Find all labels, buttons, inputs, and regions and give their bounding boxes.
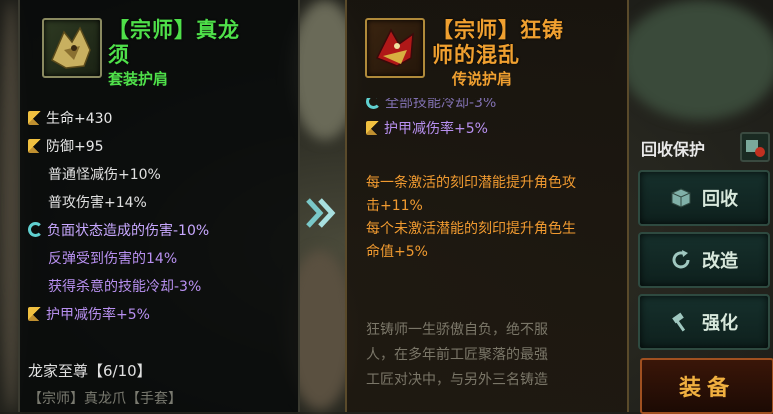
hammer-icon bbox=[28, 111, 42, 125]
set-name: 龙家至尊【6/10】 bbox=[28, 362, 152, 380]
stat-debuff-damage: 负面状态造成的伤害-10% bbox=[28, 220, 209, 240]
cube-icon bbox=[671, 188, 691, 208]
enhance-button[interactable]: 强化 bbox=[638, 294, 770, 350]
recycle-button[interactable]: 回收 bbox=[638, 170, 770, 226]
stat-defense: 防御+95 bbox=[28, 136, 104, 156]
shoulder-armor-icon[interactable] bbox=[365, 18, 425, 78]
item-title-line1: 【宗师】狂铸 bbox=[432, 17, 564, 42]
item-type: 传说护肩 bbox=[452, 70, 513, 88]
reforge-label: 改造 bbox=[702, 251, 738, 272]
shoulder-armor-icon[interactable] bbox=[42, 18, 102, 78]
hammer-icon bbox=[28, 307, 42, 321]
stat-reflect: 反弹受到伤害的14% bbox=[48, 251, 178, 267]
set-piece: 【宗师】真龙爪【手套】 bbox=[28, 391, 182, 407]
enhance-label: 强化 bbox=[702, 313, 738, 334]
lore-text: 狂铸师一生骄傲自负，绝不服 人，在多年前工匠聚落的最强 工匠对决中，与另外三名铸… bbox=[366, 322, 548, 388]
recycle-protect-icon bbox=[746, 140, 765, 157]
compare-arrow-icon bbox=[306, 198, 336, 228]
stat-basic-attack-damage: 普攻伤害+14% bbox=[48, 195, 147, 211]
item-type: 套装护肩 bbox=[108, 70, 169, 88]
stat-cooldown: 获得杀意的技能冷却-3% bbox=[48, 279, 202, 295]
item-title-line2: 须 bbox=[108, 42, 130, 67]
reforge-button[interactable]: 改造 bbox=[638, 232, 770, 288]
special-effect-text: 每一条激活的刻印潜能提升角色攻 击+11% 每个未激活潜能的刻印提升角色生 命值… bbox=[366, 175, 576, 260]
item-title-line2: 师的混乱 bbox=[432, 42, 520, 67]
stat-armor-reduction: 护甲减伤率+5% bbox=[366, 118, 488, 138]
hammer-icon bbox=[672, 312, 686, 332]
stat-normal-mob-reduction: 普通怪减伤+10% bbox=[48, 167, 161, 183]
item-title-line1: 【宗师】真龙 bbox=[108, 17, 240, 42]
recycle-protect-toggle[interactable] bbox=[740, 132, 770, 162]
hammer-icon bbox=[28, 139, 42, 153]
stat-armor-reduction: 护甲减伤率+5% bbox=[28, 304, 150, 324]
cycle-icon bbox=[28, 222, 43, 237]
recycle-protect-label: 回收保护 bbox=[641, 140, 706, 159]
hammer-icon bbox=[366, 121, 380, 135]
recycle-label: 回收 bbox=[702, 189, 738, 210]
equip-button[interactable]: 装备 bbox=[640, 358, 773, 414]
stat-hp: 生命+430 bbox=[28, 108, 112, 128]
reforge-icon bbox=[672, 250, 690, 269]
